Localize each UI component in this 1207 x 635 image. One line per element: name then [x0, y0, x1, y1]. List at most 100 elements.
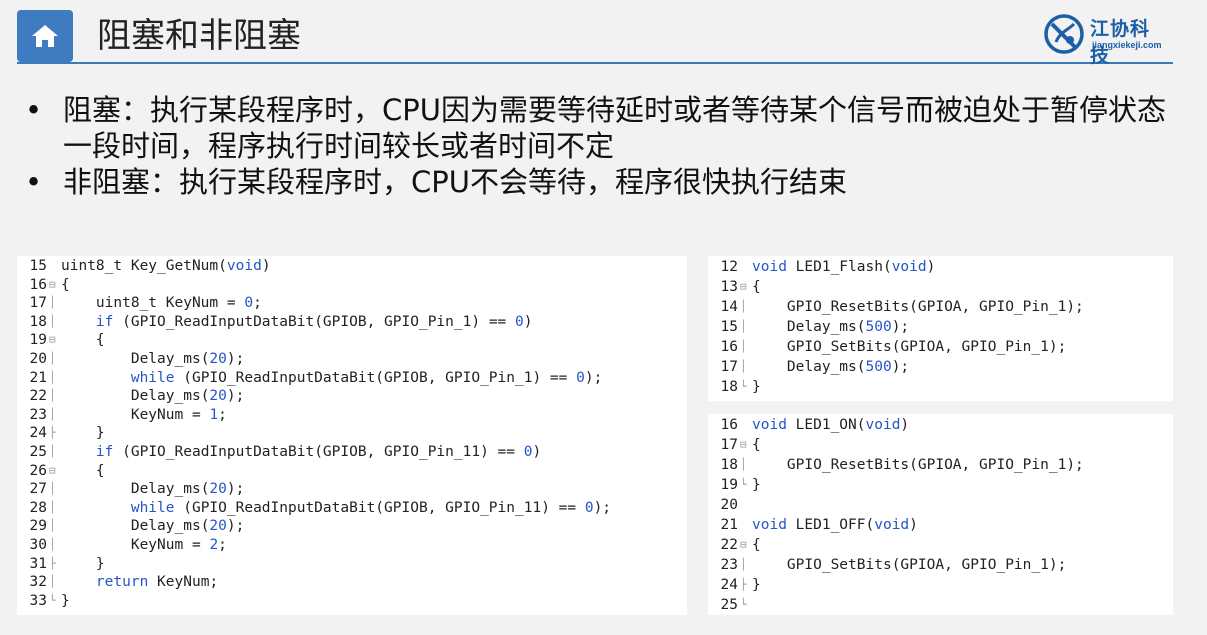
code-text: void LED1_OFF(void) — [752, 517, 918, 533]
code-line: 25 └ — [708, 595, 1173, 615]
fold-marker: ├ — [740, 578, 747, 591]
line-number: 12 — [720, 259, 738, 275]
fold-marker: └ — [49, 593, 56, 607]
code-text: { — [61, 276, 70, 293]
home-icon — [32, 25, 58, 47]
bullet-text: 阻塞：执行某段程序时，CPU因为需要等待延时或者等待某个信号而被迫处于暂停状态一… — [63, 93, 1166, 163]
fold-marker[interactable]: ⊟ — [740, 277, 752, 297]
code-line: 29 │ Delay_ms(20); — [17, 517, 687, 536]
code-panel-led-flash: 12 void LED1_Flash(void) 13 ⊟{14 │ GPIO_Rese… — [708, 256, 1173, 401]
line-number: 18 — [720, 379, 738, 395]
code-text: GPIO_SetBits(GPIOA, GPIO_Pin_1); — [786, 557, 1067, 573]
fold-marker[interactable]: ⊟ — [49, 462, 61, 481]
fold-marker: │ — [49, 482, 56, 496]
code-text: void LED1_ON(void) — [752, 417, 910, 433]
code-line: 23 │ KeyNum = 1; — [17, 406, 687, 425]
bullet-dot: • — [25, 165, 43, 199]
code-text: if (GPIO_ReadInputDataBit(GPIOB, GPIO_Pi… — [95, 313, 533, 330]
fold-marker: └ — [740, 478, 747, 491]
home-button[interactable] — [17, 10, 73, 62]
code-line: 15 uint8_t Key_GetNum(void) — [17, 257, 687, 276]
line-number: 21 — [720, 517, 738, 533]
code-text: while (GPIO_ReadInputDataBit(GPIOB, GPIO… — [130, 499, 612, 516]
company-logo: 江协科技 jiangxiekeji.com — [1040, 10, 1165, 67]
line-number: 17 — [720, 437, 738, 453]
code-line: 26 ⊟ { — [17, 462, 687, 481]
line-number: 30 — [29, 536, 47, 553]
line-number: 29 — [29, 518, 47, 535]
code-text: } — [61, 555, 105, 572]
code-text: if (GPIO_ReadInputDataBit(GPIOB, GPIO_Pi… — [95, 443, 542, 460]
line-number: 20 — [720, 497, 738, 513]
line-number: 19 — [720, 477, 738, 493]
line-number: 22 — [29, 388, 47, 405]
bullet-text: 非阻塞：执行某段程序时，CPU不会等待，程序很快执行结束 — [63, 165, 847, 199]
fold-marker[interactable]: ⊟ — [740, 535, 752, 555]
line-number: 31 — [29, 555, 47, 572]
code-text: Delay_ms(20); — [130, 481, 245, 498]
line-number: 15 — [29, 258, 47, 274]
bullet-list: • 阻塞：执行某段程序时，CPU因为需要等待延时或者等待某个信号而被迫处于暂停状… — [25, 92, 1185, 200]
line-number: 33 — [29, 592, 47, 609]
code-text: { — [61, 462, 105, 479]
fold-marker[interactable]: ⊟ — [49, 276, 61, 295]
line-number: 15 — [720, 319, 738, 335]
bullet-item: • 阻塞：执行某段程序时，CPU因为需要等待延时或者等待某个信号而被迫处于暂停状… — [25, 92, 1185, 164]
fold-marker: │ — [49, 537, 56, 551]
code-text: Delay_ms(20); — [130, 518, 245, 535]
code-text: while (GPIO_ReadInputDataBit(GPIOB, GPIO… — [130, 369, 603, 386]
fold-marker: │ — [740, 300, 747, 313]
fold-marker: └ — [740, 598, 747, 611]
code-text: Delay_ms(20); — [130, 350, 245, 367]
fold-marker[interactable]: ⊟ — [49, 331, 61, 350]
code-line: 20 — [708, 495, 1173, 515]
code-text: GPIO_SetBits(GPIOA, GPIO_Pin_1); — [786, 339, 1067, 355]
line-number: 18 — [29, 313, 47, 330]
code-line: 17 │ Delay_ms(500); — [708, 357, 1173, 377]
code-line: 19 ⊟ { — [17, 331, 687, 350]
fold-marker: │ — [49, 444, 56, 458]
fold-marker: │ — [49, 500, 56, 514]
code-line: 31 ├ } — [17, 555, 687, 574]
page-title: 阻塞和非阻塞 — [97, 16, 301, 56]
line-number: 26 — [29, 462, 47, 479]
line-number: 14 — [720, 299, 738, 315]
code-text: } — [61, 592, 70, 609]
code-line: 16 │ GPIO_SetBits(GPIOA, GPIO_Pin_1); — [708, 337, 1173, 357]
fold-marker: │ — [49, 519, 56, 533]
line-number: 16 — [29, 276, 47, 293]
code-line: 33 └} — [17, 592, 687, 611]
code-panel-key-getnum: 15 uint8_t Key_GetNum(void) 16 ⊟{17 │ uint8_… — [17, 256, 687, 615]
code-text: { — [752, 437, 761, 453]
line-number: 32 — [29, 574, 47, 591]
fold-marker: │ — [49, 296, 56, 310]
code-text: } — [752, 379, 761, 395]
line-number: 19 — [29, 332, 47, 349]
code-line: 17 ⊟{ — [708, 435, 1173, 455]
logo-en: jiangxiekeji.com — [1092, 40, 1162, 50]
code-line: 14 │ GPIO_ResetBits(GPIOA, GPIO_Pin_1); — [708, 297, 1173, 317]
fold-marker: │ — [49, 370, 56, 384]
fold-marker: │ — [740, 340, 747, 353]
code-line: 21 │ while (GPIO_ReadInputDataBit(GPIOB, … — [17, 369, 687, 388]
fold-marker[interactable]: ⊟ — [740, 435, 752, 455]
code-text: void LED1_Flash(void) — [752, 259, 936, 275]
code-line: 12 void LED1_Flash(void) — [708, 257, 1173, 277]
code-text: Delay_ms(20); — [130, 388, 245, 405]
fold-marker: │ — [49, 351, 56, 365]
code-line: 16 void LED1_ON(void) — [708, 415, 1173, 435]
fold-marker: │ — [740, 320, 747, 333]
bullet-item: • 非阻塞：执行某段程序时，CPU不会等待，程序很快执行结束 — [25, 164, 1185, 200]
line-number: 20 — [29, 350, 47, 367]
code-text: { — [752, 279, 761, 295]
code-line: 24 ├ } — [17, 424, 687, 443]
fold-marker: │ — [49, 314, 56, 328]
fold-marker: │ — [49, 389, 56, 403]
code-text: { — [752, 537, 761, 553]
code-line: 30 │ KeyNum = 2; — [17, 536, 687, 555]
code-line: 13 ⊟{ — [708, 277, 1173, 297]
code-line: 25 │ if (GPIO_ReadInputDataBit(GPIOB, GPI… — [17, 443, 687, 462]
line-number: 25 — [29, 443, 47, 460]
fold-marker: │ — [49, 575, 56, 589]
code-line: 17 │ uint8_t KeyNum = 0; — [17, 294, 687, 313]
